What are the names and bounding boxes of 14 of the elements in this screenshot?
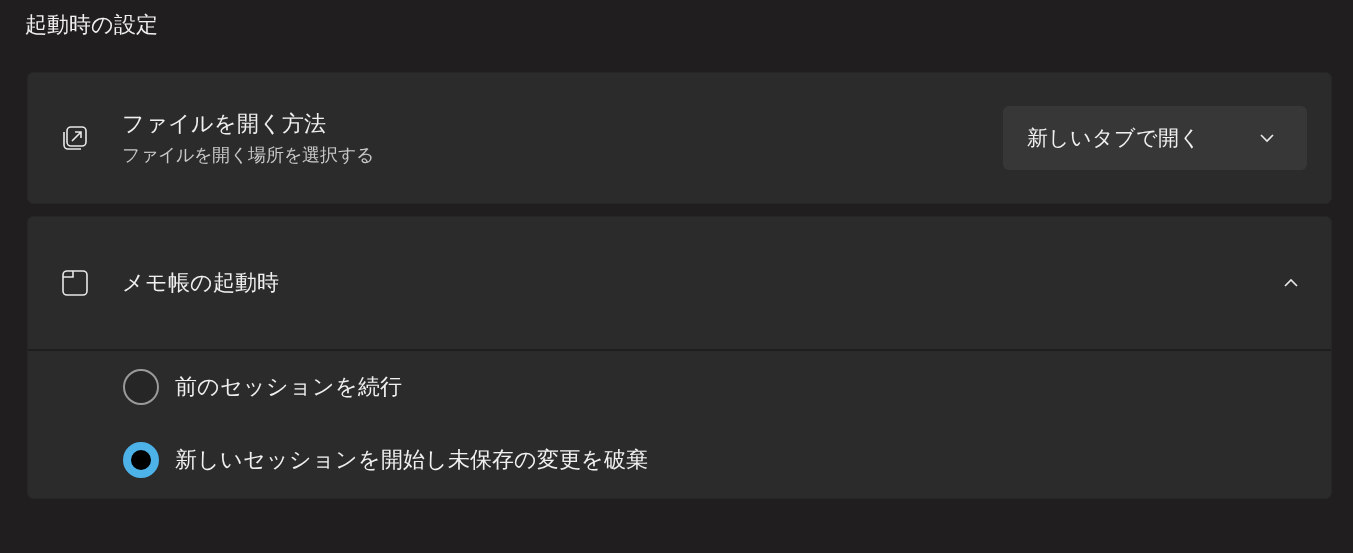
option-label: 新しいセッションを開始し未保存の変更を破棄 [175, 446, 648, 474]
setting-title: ファイルを開く方法 [122, 110, 327, 138]
radio-button[interactable] [123, 369, 159, 405]
radio-button[interactable] [123, 442, 159, 478]
expander-header[interactable]: メモ帳の起動時 [28, 217, 1331, 351]
window-icon [60, 268, 90, 298]
chevron-up-icon[interactable] [1283, 278, 1299, 288]
chevron-down-icon [1259, 133, 1275, 143]
setting-description: ファイルを開く場所を選択する [122, 143, 375, 167]
setting-title: メモ帳の起動時 [122, 269, 280, 297]
dropdown[interactable]: 新しいタブで開く [1003, 106, 1307, 170]
section-title: 起動時の設定 [25, 11, 159, 39]
open-window-icon [60, 123, 90, 153]
option-label: 前のセッションを続行 [175, 373, 402, 401]
